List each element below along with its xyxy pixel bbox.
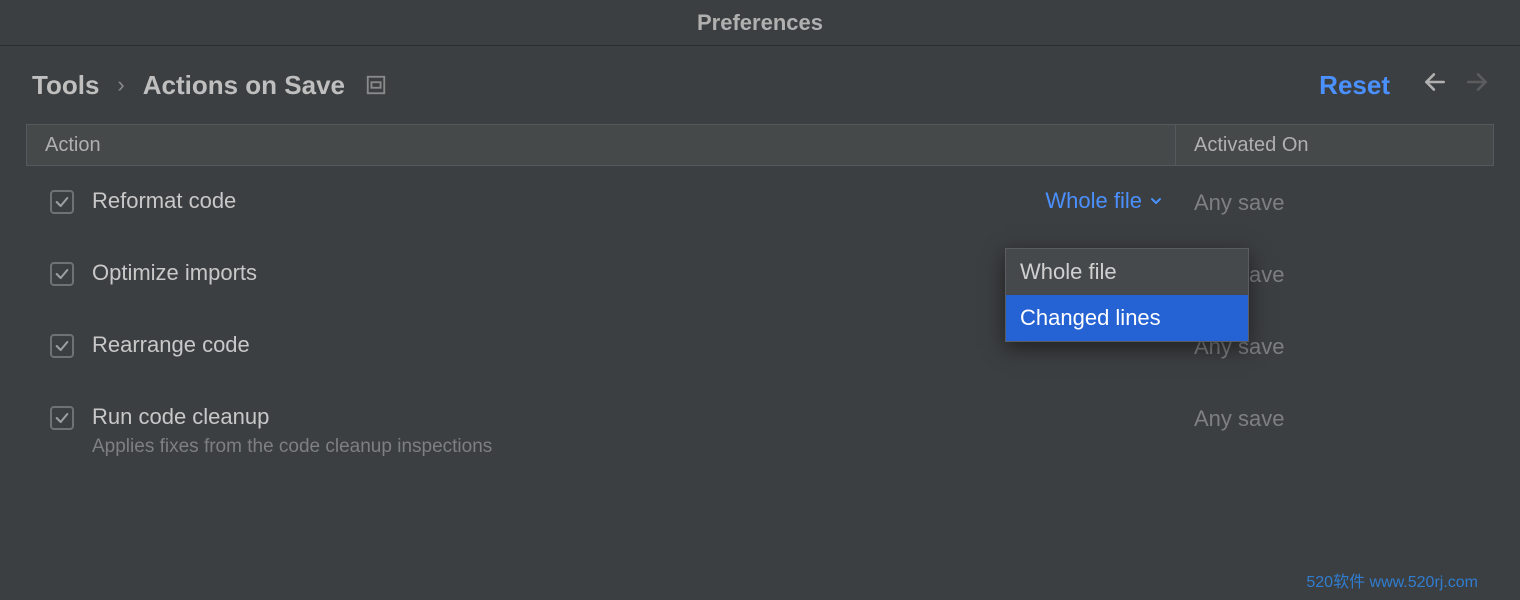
row-label: Reformat code <box>92 188 236 214</box>
reset-button[interactable]: Reset <box>1319 70 1390 101</box>
table-header: Action Activated On <box>26 124 1494 166</box>
nav-forward-icon <box>1464 69 1490 101</box>
breadcrumb-row: Tools › Actions on Save Reset <box>0 46 1520 124</box>
breadcrumb-parent[interactable]: Tools <box>32 70 99 101</box>
content-area: Action Activated On Reformat code Whole … <box>0 124 1520 480</box>
chevron-down-icon <box>1148 193 1164 209</box>
row-rearrange-code: Rearrange code Any save <box>26 310 1494 382</box>
breadcrumb-current: Actions on Save <box>143 70 345 101</box>
watermark: 520软件 www.520rj.com <box>1306 568 1478 592</box>
checkbox-run-code-cleanup[interactable] <box>50 406 74 430</box>
row-optimize-imports: Optimize imports Any save <box>26 238 1494 310</box>
row-run-code-cleanup: Run code cleanup Applies fixes from the … <box>26 382 1494 480</box>
checkbox-rearrange-code[interactable] <box>50 334 74 358</box>
row-reformat-code: Reformat code Whole file Any save <box>26 166 1494 238</box>
scope-dropdown-label: Whole file <box>1045 188 1142 214</box>
breadcrumb-separator: › <box>117 72 124 98</box>
scope-popup: Whole file Changed lines <box>1005 248 1249 342</box>
col-header-activated: Activated On <box>1175 125 1493 165</box>
titlebar: Preferences <box>0 0 1520 46</box>
settings-context-icon[interactable] <box>365 74 387 96</box>
popup-item-whole-file[interactable]: Whole file <box>1006 249 1248 295</box>
row-label: Rearrange code <box>92 332 250 358</box>
popup-item-changed-lines[interactable]: Changed lines <box>1006 295 1248 341</box>
nav-back-icon[interactable] <box>1422 69 1448 101</box>
row-activated: Any save <box>1176 188 1494 216</box>
nav-arrows <box>1422 69 1490 101</box>
breadcrumb: Tools › Actions on Save <box>32 70 345 101</box>
scope-dropdown[interactable]: Whole file <box>1045 188 1164 214</box>
col-header-action: Action <box>27 134 1175 157</box>
row-activated: Any save <box>1176 404 1494 432</box>
row-description: Applies fixes from the code cleanup insp… <box>92 436 492 458</box>
row-label: Run code cleanup <box>92 404 492 430</box>
window-title: Preferences <box>697 10 823 36</box>
checkbox-optimize-imports[interactable] <box>50 262 74 286</box>
checkbox-reformat-code[interactable] <box>50 190 74 214</box>
row-label: Optimize imports <box>92 260 257 286</box>
